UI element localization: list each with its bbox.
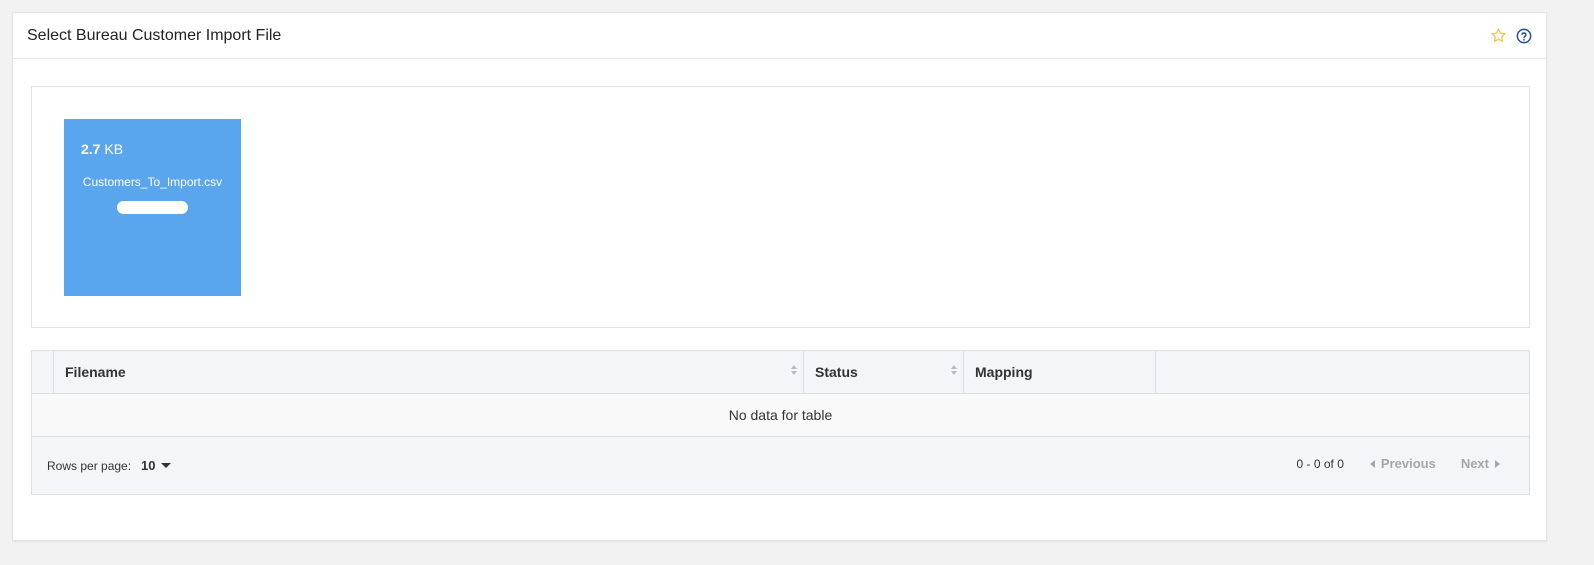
- table-footer: Rows per page: 10 0 - 0 of 0 Previous Ne…: [32, 437, 1529, 494]
- column-header-status[interactable]: Status: [804, 351, 964, 393]
- column-header-actions: [1156, 351, 1529, 393]
- sort-icon: [791, 365, 797, 375]
- file-name: Customers_To_Import.csv: [82, 175, 223, 189]
- star-outline-icon[interactable]: [1490, 27, 1507, 44]
- caret-down-icon: [160, 463, 171, 468]
- previous-page-button[interactable]: Previous: [1369, 456, 1436, 471]
- sort-icon: [951, 365, 957, 375]
- column-header-label: Filename: [65, 364, 126, 380]
- pagination: 0 - 0 of 0 Previous Next: [1297, 456, 1514, 471]
- previous-label: Previous: [1380, 456, 1436, 471]
- uploaded-file-preview[interactable]: 2.7 KB Customers_To_Import.csv: [64, 119, 241, 296]
- file-size-unit: KB: [104, 141, 124, 157]
- rows-per-page-value: 10: [141, 458, 156, 473]
- page-title: Select Bureau Customer Import File: [27, 26, 282, 44]
- next-label: Next: [1460, 456, 1489, 471]
- question-circle-icon[interactable]: [1515, 27, 1532, 44]
- upload-progress-bar: [117, 201, 188, 214]
- file-dropzone[interactable]: 2.7 KB Customers_To_Import.csv: [31, 86, 1530, 328]
- card-header: Select Bureau Customer Import File: [13, 13, 1546, 59]
- upload-progress-fill: [117, 201, 188, 214]
- column-header-label: Status: [815, 364, 858, 380]
- import-card: Select Bureau Customer Import File 2.7 K…: [12, 12, 1547, 541]
- file-size: 2.7 KB: [81, 141, 123, 157]
- pagination-range: 0 - 0 of 0: [1296, 456, 1344, 471]
- files-table: Filename Status Mapping No data for tabl…: [31, 350, 1530, 495]
- column-header-label: Mapping: [975, 364, 1033, 380]
- column-header-filename[interactable]: Filename: [54, 351, 804, 393]
- rows-per-page-label: Rows per page:: [47, 458, 132, 473]
- table-empty-message: No data for table: [32, 394, 1529, 437]
- chevron-left-icon: [1369, 459, 1375, 468]
- rows-per-page-select[interactable]: 10: [141, 458, 171, 473]
- rows-per-page: Rows per page: 10: [47, 458, 171, 473]
- chevron-right-icon: [1495, 459, 1500, 468]
- next-page-button[interactable]: Next: [1461, 456, 1500, 471]
- select-column-header: [32, 351, 54, 393]
- column-header-mapping: Mapping: [964, 351, 1156, 393]
- table-header-row: Filename Status Mapping: [32, 351, 1529, 394]
- file-size-value: 2.7: [81, 141, 101, 157]
- header-actions: [1490, 27, 1532, 44]
